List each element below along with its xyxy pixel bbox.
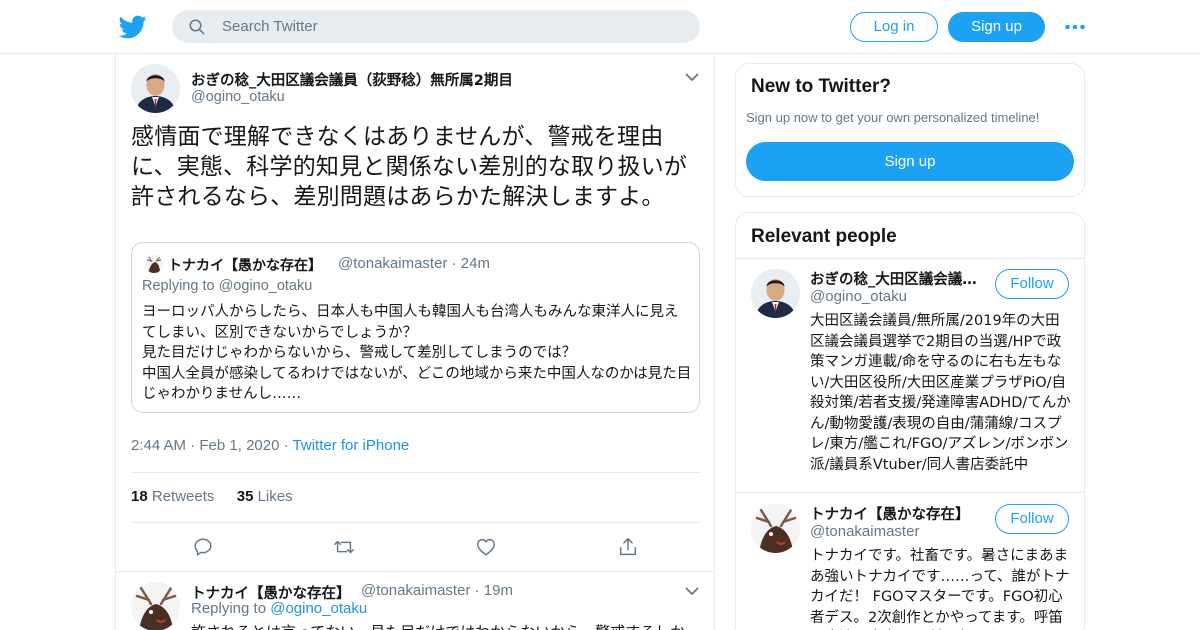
author-avatar[interactable] [131,64,180,113]
search-box[interactable] [172,10,700,43]
follow-button[interactable]: Follow [995,504,1069,534]
divider [131,472,700,473]
signup-card-button[interactable]: Sign up [746,142,1074,181]
likes-count: 35 [236,488,254,505]
likes-label: Likes [257,488,293,505]
reply-author-avatar[interactable] [131,582,180,630]
quoted-author-name[interactable]: トナカイ【愚かな存在】 [168,255,322,275]
reply-author-handle[interactable]: @tonakaimaster · 19m [361,582,513,599]
likes-stat[interactable]: 35 Likes [237,488,293,505]
chevron-down-icon[interactable] [685,73,699,82]
tweet-source-link[interactable]: Twitter for iPhone [293,437,410,454]
signup-card: New to Twitter? Sign up now to get your … [735,63,1085,197]
quoted-time[interactable]: · 24m [452,255,490,272]
person-bio: 大田区議会議員/無所属/2019年の大田区議会議員選挙で2期目の当選/HPで政策… [810,313,1071,473]
search-input[interactable] [222,10,682,43]
tweet-stats: 18 Retweets 35 Likes [131,488,293,505]
more-dots-icon[interactable] [1064,23,1086,31]
follow-button[interactable]: Follow [995,269,1069,299]
quoted-tweet-text: ヨーロッパ人からしたら、日本人も中国人も韓国人も台湾人もみんな東洋人に見えてしま… [142,304,692,402]
relevant-people-card: Relevant people おぎの稔_大田区議会議員（荻野稔）無所属2期目 … [735,212,1085,630]
like-icon[interactable] [475,536,497,558]
chevron-down-icon[interactable] [685,587,699,596]
share-icon[interactable] [617,536,639,558]
divider [131,522,700,523]
quoted-author-handle[interactable]: @tonakaimaster · 24m [338,255,490,272]
reply-replying-to: Replying to @ogino_otaku [191,600,367,617]
login-button[interactable]: Log in [850,12,938,42]
search-icon [189,19,205,35]
reply-icon[interactable] [192,536,214,558]
person-name[interactable]: トナカイ【愚かな存在】 [810,503,988,524]
person-bio: トナカイです。社畜です。暑さにまあまあ強いトナカイです……って、誰がトナカイだ！… [810,548,1070,626]
person-avatar[interactable] [751,269,800,318]
person-name[interactable]: おぎの稔_大田区議会議員（荻野稔）無所属2期目 [810,268,988,289]
tweet-column: おぎの稔_大田区議会議員（荻野稔）無所属2期目 @ogino_otaku 感情面… [115,54,715,630]
reply-handle-text: @tonakaimaster [361,582,471,599]
tweet-separator [116,571,714,572]
signup-button[interactable]: Sign up [948,12,1045,42]
quoted-replying-to: Replying to @ogino_otaku [142,278,313,294]
meta-separator: · [283,437,289,454]
quoted-author-avatar [145,255,163,273]
replying-prefix: Replying to [191,600,267,617]
tweet-text: 感情面で理解できなくはありませんが、警戒を理由に、実態、科学的知見と関係ない差別… [131,124,688,210]
retweets-stat[interactable]: 18 Retweets [131,488,214,505]
person-avatar[interactable] [751,504,800,553]
tweet-metadata: 2:44 AM · Feb 1, 2020 · Twitter for iPho… [131,437,409,454]
retweet-icon[interactable] [333,536,355,558]
quoted-tweet[interactable]: トナカイ【愚かな存在】 @tonakaimaster · 24m Replyin… [131,242,700,413]
divider [736,492,1084,493]
quoted-handle-text: @tonakaimaster [338,255,448,272]
meta-separator: · [190,437,196,454]
author-name[interactable]: おぎの稔_大田区議会議員（荻野稔）無所属2期目 [191,69,513,90]
tweet-actions [116,534,716,562]
divider [736,258,1084,259]
retweets-count: 18 [131,488,148,505]
relevant-people-title: Relevant people [751,226,897,247]
author-handle[interactable]: @ogino_otaku [191,89,285,105]
person-handle[interactable]: @ogino_otaku [810,288,907,305]
signup-card-subtitle: Sign up now to get your own personalized… [746,110,1040,125]
person-handle[interactable]: @tonakaimaster [810,523,919,540]
tweet-time: 2:44 AM [131,437,187,454]
twitter-bird-icon[interactable] [119,13,147,41]
top-navigation-bar: Log in Sign up [0,0,1200,54]
signup-card-title: New to Twitter? [751,76,892,97]
reply-text: 許されるとは言ってない…見た目だけではわからないから、警戒するしか [191,622,701,630]
retweets-label: Retweets [151,488,215,505]
reply-time[interactable]: · 19m [475,582,513,599]
tweet-date: Feb 1, 2020 [199,437,280,454]
replying-handle-link[interactable]: @ogino_otaku [270,600,367,617]
